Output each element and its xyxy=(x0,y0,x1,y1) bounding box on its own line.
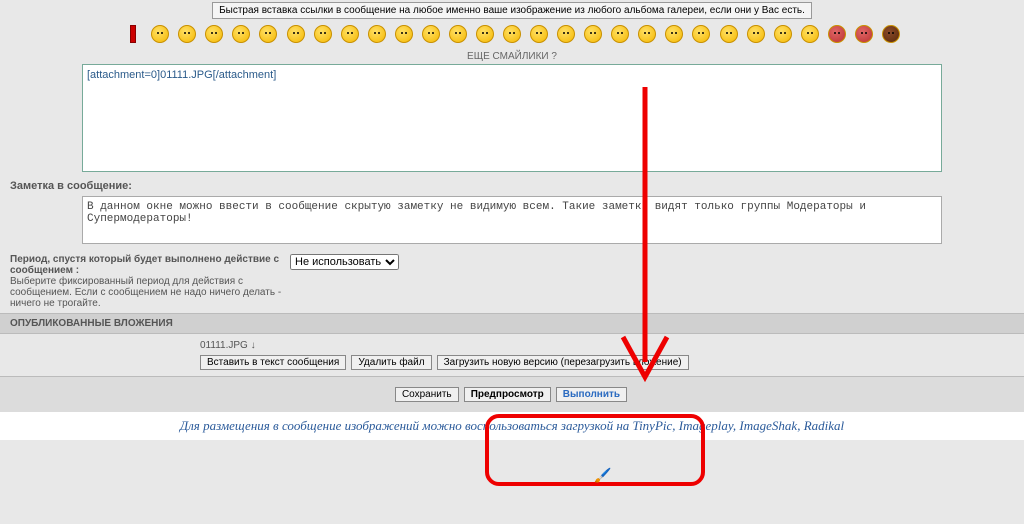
smiley-2[interactable] xyxy=(177,25,197,45)
note-label: Заметка в сообщение: xyxy=(10,180,1014,192)
message-textarea[interactable] xyxy=(82,64,942,172)
smiley-8[interactable] xyxy=(340,25,360,45)
smiley-24[interactable] xyxy=(773,25,793,45)
period-select[interactable]: Не использовать xyxy=(290,254,399,270)
smiley-1[interactable] xyxy=(150,25,170,45)
smiley-10[interactable] xyxy=(394,25,414,45)
smiley-25[interactable] xyxy=(800,25,820,45)
smiley-4[interactable] xyxy=(231,25,251,45)
smiley-11[interactable] xyxy=(421,25,441,45)
smiley-21[interactable] xyxy=(691,25,711,45)
smiley-palette xyxy=(0,21,1024,49)
smiley-18[interactable] xyxy=(610,25,630,45)
note-textarea[interactable] xyxy=(82,196,942,244)
smiley-devil2[interactable] xyxy=(854,25,874,45)
insert-attachment-button[interactable]: Вставить в текст сообщения xyxy=(200,355,346,370)
smiley-23[interactable] xyxy=(746,25,766,45)
flag-icon[interactable] xyxy=(123,25,143,45)
attachments-header: ОПУБЛИКОВАННЫЕ ВЛОЖЕНИЯ xyxy=(0,313,1024,334)
execute-button[interactable]: Выполнить xyxy=(556,387,627,402)
smiley-17[interactable] xyxy=(583,25,603,45)
reload-attachment-button[interactable]: Загрузить новую версию (перезагрузить вл… xyxy=(437,355,689,370)
smiley-20[interactable] xyxy=(664,25,684,45)
smiley-devil[interactable] xyxy=(827,25,847,45)
smiley-7[interactable] xyxy=(313,25,333,45)
smiley-14[interactable] xyxy=(502,25,522,45)
smiley-5[interactable] xyxy=(258,25,278,45)
preview-button[interactable]: Предпросмотр xyxy=(464,387,551,402)
gallery-hint: Быстрая вставка ссылки в сообщение на лю… xyxy=(212,2,812,19)
period-label: Период, спустя который будет выполнено д… xyxy=(10,254,290,309)
smiley-3[interactable] xyxy=(204,25,224,45)
smiley-19[interactable] xyxy=(637,25,657,45)
smiley-15[interactable] xyxy=(529,25,549,45)
smiley-13[interactable] xyxy=(475,25,495,45)
smiley-16[interactable] xyxy=(556,25,576,45)
smiley-22[interactable] xyxy=(719,25,739,45)
smiley-9[interactable] xyxy=(367,25,387,45)
more-smileys-link[interactable]: ЕЩЕ СМАЙЛИКИ ? xyxy=(0,51,1024,62)
smiley-dark[interactable] xyxy=(881,25,901,45)
cursor-icon: 🖌️ xyxy=(594,467,611,484)
smiley-6[interactable] xyxy=(286,25,306,45)
delete-attachment-button[interactable]: Удалить файл xyxy=(351,355,431,370)
bottom-hint: Для размещения в сообщение изображений м… xyxy=(0,412,1024,440)
attachment-filename: 01111.JPG ↓ xyxy=(200,340,1014,351)
save-button[interactable]: Сохранить xyxy=(395,387,459,402)
smiley-12[interactable] xyxy=(448,25,468,45)
